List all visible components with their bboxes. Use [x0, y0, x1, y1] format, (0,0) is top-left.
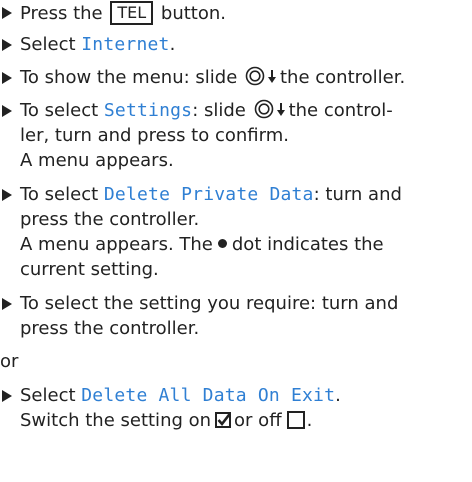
step-text: or off — [234, 410, 282, 431]
step-text: button. — [160, 3, 226, 24]
step-text: ler, turn and press to confirm. — [20, 125, 289, 146]
step-show-menu: To show the menu: slide the controller. — [0, 66, 472, 90]
step-text: press the controller. — [20, 318, 200, 339]
arrow-down-icon — [268, 67, 276, 83]
triangle-bullet-icon — [2, 72, 12, 84]
filled-dot-icon — [217, 239, 227, 248]
menu-item-settings: Settings — [103, 100, 193, 121]
step-text: the controller. — [280, 67, 406, 88]
step-select-settings: To select Settings: slide the control- — [0, 99, 472, 123]
step-select-setting-line2: press the controller. — [0, 317, 472, 341]
step-text: . — [306, 410, 313, 431]
step-text: Switch the setting on — [20, 410, 212, 431]
step-delete-line3: A menu appears. The dot indicates the — [0, 233, 472, 257]
step-select-setting: To select the setting you require: turn … — [0, 292, 472, 316]
step-text: To select — [20, 100, 99, 121]
triangle-bullet-icon — [2, 189, 12, 201]
step-delete-private-data: To select Delete Private Data: turn and — [0, 183, 472, 207]
step-text: To select the setting you require: turn … — [20, 293, 399, 314]
step-text: Press the — [20, 3, 103, 24]
step-text: A menu appears. — [20, 150, 174, 171]
controller-icon — [254, 99, 274, 119]
menu-item-delete-all-data-on-exit: Delete All Data On Exit — [81, 385, 336, 406]
triangle-bullet-icon — [2, 39, 12, 51]
step-text: : turn and — [313, 184, 402, 205]
or-text: or — [0, 351, 19, 372]
checkbox-checked-icon — [215, 411, 232, 428]
step-text: current setting. — [20, 259, 159, 280]
or-separator: or — [0, 350, 472, 374]
step-text: . — [169, 34, 176, 55]
triangle-bullet-icon — [2, 7, 12, 19]
controller-icon — [245, 66, 265, 86]
step-text: . — [335, 385, 341, 406]
step-text: the control- — [288, 100, 393, 121]
arrow-down-icon — [276, 100, 285, 116]
step-text: Select — [20, 34, 76, 55]
step-text: press the controller. — [20, 209, 200, 230]
menu-item-delete-private-data: Delete Private Data — [103, 184, 314, 205]
step-settings-line2: ler, turn and press to confirm. — [0, 124, 472, 148]
step-text: dot indicates the — [231, 234, 384, 255]
step-delete-all-data-on-exit: Select Delete All Data On Exit. — [0, 384, 472, 408]
checkbox-empty-icon — [286, 411, 305, 429]
step-text: To show the menu: slide — [20, 67, 238, 88]
step-text: A menu appears. The — [20, 234, 213, 255]
step-text: To select — [20, 184, 99, 205]
tel-key-label: TEL — [110, 1, 154, 25]
menu-item-internet: Internet — [81, 34, 170, 55]
step-text: Select — [20, 385, 76, 406]
step-switch-line: Switch the setting on or off. — [0, 409, 472, 433]
step-press-tel: Press the TEL button. — [0, 1, 472, 25]
triangle-bullet-icon — [2, 298, 12, 310]
triangle-bullet-icon — [2, 105, 12, 117]
step-text: : slide — [192, 100, 246, 121]
triangle-bullet-icon — [2, 390, 12, 402]
step-select-internet: Select Internet. — [0, 33, 472, 57]
step-delete-line4: current setting. — [0, 258, 472, 282]
step-settings-line3: A menu appears. — [0, 149, 472, 173]
step-delete-line2: press the controller. — [0, 208, 472, 232]
